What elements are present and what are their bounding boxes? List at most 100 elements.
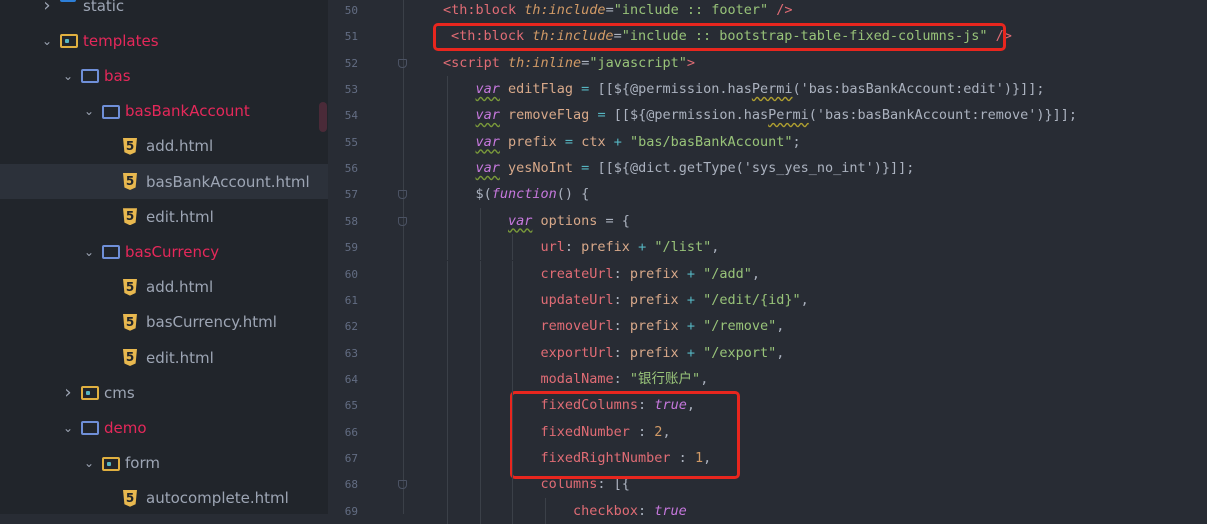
folder-yellow-icon bbox=[60, 34, 78, 49]
code-line: var options = { bbox=[508, 208, 630, 234]
line-number: 51 bbox=[344, 30, 358, 44]
code-token: removeUrl bbox=[540, 318, 614, 335]
indent-guide bbox=[512, 471, 513, 498]
tree-item[interactable]: 5 add.html bbox=[0, 129, 328, 164]
fold-toggle-icon[interactable] bbox=[398, 190, 407, 200]
indent-guide bbox=[447, 102, 448, 129]
tree-item[interactable]: 5 edit.html bbox=[0, 340, 328, 375]
code-token: + bbox=[613, 133, 630, 150]
code-token: var bbox=[475, 133, 500, 150]
code-token: : bbox=[613, 370, 630, 387]
tree-item-label: edit.html bbox=[146, 348, 214, 367]
code-token: , bbox=[776, 318, 785, 335]
code-token: : bbox=[613, 344, 630, 361]
indent-guide bbox=[447, 365, 448, 393]
code-token: ('bas:basBankAccount:remove')}]]; bbox=[808, 107, 1077, 124]
tree-item[interactable]: 5 basBankAccount.html bbox=[0, 164, 328, 199]
code-token: : bbox=[613, 291, 630, 308]
tree-item[interactable]: ⌄ basBankAccount bbox=[0, 94, 328, 129]
line-number: 59 bbox=[344, 241, 358, 255]
indent-guide bbox=[479, 471, 481, 498]
tree-item[interactable]: 5 basCurrency.html bbox=[0, 305, 328, 340]
chevron-down-icon[interactable]: ⌄ bbox=[61, 421, 75, 435]
code-line: createUrl: prefix + "/add", bbox=[541, 261, 761, 287]
code-token: = bbox=[581, 81, 598, 98]
tree-item-label: cms bbox=[104, 383, 135, 402]
tree-item-label: basBankAccount bbox=[125, 102, 250, 121]
chevron-right-icon[interactable]: › bbox=[61, 382, 75, 403]
code-token: "/edit/{id}" bbox=[703, 291, 801, 308]
indent-guide bbox=[447, 76, 448, 103]
code-token: yesNoInt bbox=[499, 160, 582, 177]
tree-item[interactable]: ⌄ form bbox=[0, 446, 328, 481]
tree-item[interactable]: ⌄ basCurrency bbox=[0, 234, 328, 269]
fold-toggle-icon[interactable] bbox=[398, 216, 407, 226]
code-line: removeUrl: prefix + "/remove", bbox=[541, 313, 785, 339]
code-token: = bbox=[605, 2, 614, 18]
code-token: = bbox=[581, 160, 598, 177]
tree-item[interactable]: ⌄ bas bbox=[0, 58, 328, 93]
code-token: var bbox=[475, 81, 500, 98]
indent-guide bbox=[512, 339, 513, 366]
tree-item[interactable]: ⌄ templates bbox=[0, 23, 328, 58]
tree-item-label: add.html bbox=[146, 137, 214, 156]
tree-item-label: templates bbox=[83, 31, 159, 50]
indent-guide bbox=[447, 471, 448, 498]
chevron-down-icon[interactable]: ⌄ bbox=[82, 245, 96, 259]
indent-guide bbox=[447, 444, 448, 472]
code-line: exportUrl: prefix + "/export", bbox=[541, 340, 785, 366]
tree-item[interactable]: 5 add.html bbox=[0, 270, 328, 305]
chevron-down-icon[interactable]: ⌄ bbox=[61, 69, 75, 83]
code-token: + bbox=[686, 291, 704, 308]
indent-guide bbox=[544, 497, 546, 524]
globe-folder-icon bbox=[60, 0, 76, 2]
code-line: <script th:inline="javascript"> bbox=[443, 50, 695, 76]
indent-guide bbox=[512, 286, 513, 314]
indent-guide bbox=[479, 418, 481, 445]
tree-item[interactable]: › static bbox=[0, 0, 328, 23]
tree-item-label: basCurrency.html bbox=[146, 313, 277, 332]
line-number: 52 bbox=[344, 56, 358, 70]
code-token: , bbox=[776, 344, 785, 361]
chevron-down-icon[interactable]: ⌄ bbox=[82, 104, 96, 118]
indent-guide bbox=[512, 392, 513, 419]
html5-icon: 5 bbox=[123, 173, 137, 190]
chevron-down-icon[interactable]: ⌄ bbox=[40, 34, 54, 48]
code-token: <th:block bbox=[443, 2, 525, 18]
tree-item-label: static bbox=[83, 0, 125, 15]
indent-guide bbox=[512, 365, 513, 393]
chevron-right-icon[interactable]: › bbox=[40, 0, 54, 16]
code-token: + bbox=[638, 239, 655, 256]
line-number: 61 bbox=[344, 293, 358, 307]
code-token: true bbox=[654, 502, 687, 519]
indent-guide bbox=[479, 497, 481, 524]
code-line: var prefix = ctx + "bas/basBankAccount"; bbox=[476, 129, 801, 155]
indent-guide bbox=[479, 313, 481, 340]
line-number: 62 bbox=[344, 320, 358, 334]
folder-yellow-icon bbox=[102, 456, 120, 471]
code-line: checkbox: true bbox=[573, 498, 687, 524]
code-token: function bbox=[491, 186, 557, 203]
line-number: 56 bbox=[344, 162, 358, 176]
indent-guide bbox=[447, 392, 448, 419]
code-token: updateUrl bbox=[540, 291, 614, 308]
indent-guide bbox=[447, 286, 448, 314]
tree-item-label: demo bbox=[104, 418, 147, 437]
code-token: "银行账户" bbox=[629, 370, 701, 387]
indent-guide bbox=[512, 260, 513, 287]
tree-item[interactable]: › cms bbox=[0, 375, 328, 410]
fold-toggle-icon[interactable] bbox=[398, 58, 407, 68]
code-token: removeFlag bbox=[499, 107, 598, 124]
indent-guide bbox=[447, 181, 448, 208]
tree-item[interactable]: 5 autocomplete.html bbox=[0, 481, 328, 516]
tree-item[interactable]: 5 edit.html bbox=[0, 199, 328, 234]
indent-guide bbox=[479, 260, 481, 287]
chevron-down-icon[interactable]: ⌄ bbox=[82, 456, 96, 470]
sidebar-scrollbar[interactable] bbox=[319, 102, 327, 132]
code-token: + bbox=[686, 265, 704, 282]
tree-item-label: basBankAccount.html bbox=[146, 172, 310, 191]
tree-item[interactable]: ⌄ demo bbox=[0, 410, 328, 445]
folder-icon bbox=[102, 245, 120, 260]
code-token: prefix bbox=[499, 133, 565, 150]
fold-toggle-icon[interactable] bbox=[398, 480, 407, 490]
